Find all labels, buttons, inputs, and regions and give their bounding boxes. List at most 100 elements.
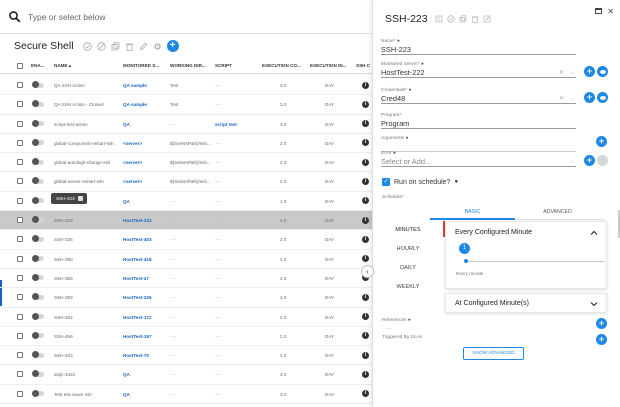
row-checkbox[interactable] — [17, 332, 23, 339]
enable-toggle[interactable] — [32, 216, 44, 224]
freq-weekly[interactable]: WEEKLY — [373, 284, 443, 290]
freq-daily[interactable]: DAILY — [373, 265, 443, 271]
enable-toggle[interactable] — [32, 119, 44, 127]
table-row[interactable]: SSH-325 HostTest-403 ---- ---- 2.0 DAY i — [0, 230, 372, 250]
delete-icon[interactable] — [471, 15, 479, 23]
run-schedule-checkbox[interactable]: ✓ — [382, 178, 390, 186]
info-icon[interactable]: i — [362, 293, 369, 301]
program-input[interactable]: Program — [381, 119, 576, 129]
row-server-link[interactable]: HostTest-172 — [123, 315, 167, 320]
minute-slider-track[interactable] — [464, 261, 605, 262]
run-on-schedule[interactable]: ✓ Run on schedule? ● — [382, 178, 458, 186]
check-circle-icon[interactable] — [446, 15, 455, 23]
table-row[interactable]: SSH-452 HostTest-172 ---- ---- 2.0 DAY i — [0, 308, 372, 327]
credentials-select[interactable]: Cred48 ✕ ⌵ — [381, 94, 576, 104]
enable-toggle[interactable] — [32, 273, 44, 281]
col-enabled[interactable]: ENA... — [31, 63, 49, 68]
chevron-down-icon[interactable]: ⌵ — [570, 94, 575, 104]
table-row[interactable]: SSH-363HostTest-47--------2.0DAYi — [0, 269, 372, 289]
col-working-dir[interactable]: WORKING DIR... — [170, 63, 214, 68]
add-trigger-button[interactable]: + — [596, 334, 607, 345]
info-icon[interactable]: i — [362, 235, 369, 243]
table-row[interactable]: QA SSH Action QA sample Test ---- 3.0 DAY i — [0, 76, 372, 96]
col-ssh[interactable]: SSH C — [356, 63, 372, 68]
table-row[interactable]: SSH-223 HostTest-222 ---- ---- 2.0 DAY i — [0, 211, 372, 231]
enable-toggle[interactable] — [32, 389, 44, 397]
row-server-link[interactable]: QA — [123, 199, 167, 204]
info-icon[interactable]: i — [362, 332, 369, 340]
settings-icon[interactable] — [153, 42, 162, 51]
tab-basic[interactable]: BASIC — [430, 209, 515, 215]
add-reference-button[interactable]: + — [596, 318, 607, 329]
search-input[interactable] — [28, 11, 328, 22]
row-checkbox[interactable] — [17, 197, 23, 204]
info-icon[interactable]: i — [362, 120, 369, 128]
table-row[interactable]: SSH-459 HostTest-197 ---- ---- 2.0 DAY i — [0, 327, 372, 347]
row-checkbox[interactable] — [17, 371, 23, 378]
info-icon[interactable]: i — [362, 158, 369, 166]
table-row[interactable]: global-component-restart-ssh <server> ${Sv… — [0, 134, 372, 154]
chevron-down-icon[interactable]: ⌵ — [570, 68, 575, 78]
freq-minutes[interactable]: MINUTES — [373, 227, 443, 233]
collapse-panel-button[interactable]: ‹ — [361, 265, 374, 278]
enable-toggle[interactable] — [32, 254, 44, 262]
row-checkbox[interactable] — [17, 255, 23, 262]
row-checkbox[interactable] — [17, 101, 23, 108]
show-advanced-button[interactable]: SHOW ADVANCED — [463, 347, 524, 360]
view-credentials-icon[interactable] — [597, 92, 608, 103]
col-monitored-server[interactable]: MONITORED S... — [123, 63, 167, 68]
info-icon[interactable]: i — [362, 197, 369, 205]
row-server-link[interactable]: QA — [123, 392, 167, 397]
disable-icon[interactable] — [96, 41, 106, 51]
server-select[interactable]: HostTest-222 ✕ ⌵ — [381, 68, 576, 78]
row-server-link[interactable]: HostTest-47 — [123, 276, 167, 281]
table-row[interactable]: global-autologit-change-ssh <server> ${Svl… — [0, 153, 372, 173]
info-icon[interactable]: i — [362, 139, 369, 147]
enable-toggle[interactable] — [32, 331, 44, 339]
row-checkbox[interactable] — [17, 178, 23, 185]
row-server-link[interactable]: <server> — [123, 141, 167, 146]
row-server-link[interactable]: HostTest-225 — [123, 295, 167, 300]
check-circle-icon[interactable] — [82, 41, 92, 51]
chevron-down-icon[interactable]: ⌵ — [570, 157, 575, 167]
enable-toggle[interactable] — [32, 293, 44, 301]
info-icon[interactable]: i — [362, 390, 369, 398]
clone-icon[interactable] — [459, 15, 467, 23]
table-row[interactable]: ssqc-4321 QA ---- ---- 3.0 DAY i — [0, 365, 372, 385]
enable-toggle[interactable] — [32, 100, 44, 108]
add-server-button[interactable]: + — [584, 66, 595, 77]
freq-hourly[interactable]: HOURLY — [373, 246, 443, 252]
row-checkbox[interactable] — [17, 274, 23, 281]
enable-toggle[interactable] — [32, 158, 44, 166]
info-icon[interactable]: i — [362, 100, 369, 108]
row-server-link[interactable]: HostTest-197 — [123, 334, 167, 339]
row-server-link[interactable]: HostTest-70 — [123, 353, 167, 358]
info-icon[interactable]: i — [362, 216, 369, 224]
clear-icon[interactable]: ✕ — [559, 94, 564, 104]
row-server-link[interactable]: QA sample — [123, 83, 167, 88]
row-server-link[interactable]: QA — [123, 372, 167, 377]
add-error-button[interactable]: + — [584, 155, 595, 166]
row-checkbox[interactable] — [17, 159, 23, 166]
info-icon[interactable]: i — [362, 81, 369, 89]
row-checkbox[interactable] — [17, 390, 23, 397]
select-all-checkbox[interactable] — [17, 62, 23, 69]
row-checkbox[interactable] — [17, 82, 23, 88]
row-checkbox[interactable] — [17, 217, 23, 224]
clone-icon[interactable] — [111, 41, 120, 51]
row-checkbox[interactable] — [17, 139, 23, 146]
edit-icon[interactable] — [139, 42, 148, 51]
chevron-up-icon[interactable] — [590, 229, 598, 237]
info-icon[interactable]: i — [362, 351, 369, 359]
table-row[interactable]: Test ess soum ssh QA ---- ---- 3.0 DAY i — [0, 385, 372, 405]
table-row[interactable]: global-server-restart-ssh <server> ${Svles… — [0, 172, 372, 192]
error-select[interactable]: Select or Add... ⌵ — [381, 157, 576, 167]
row-checkbox[interactable] — [17, 120, 23, 127]
row-server-link[interactable]: QA — [123, 122, 167, 127]
info-icon[interactable]: i — [362, 255, 369, 263]
info-icon[interactable]: i — [362, 313, 369, 321]
info-icon[interactable]: i — [362, 370, 369, 378]
chevron-down-icon[interactable] — [590, 300, 598, 308]
add-argument-button[interactable]: + — [596, 136, 607, 147]
row-checkbox[interactable] — [17, 294, 23, 301]
